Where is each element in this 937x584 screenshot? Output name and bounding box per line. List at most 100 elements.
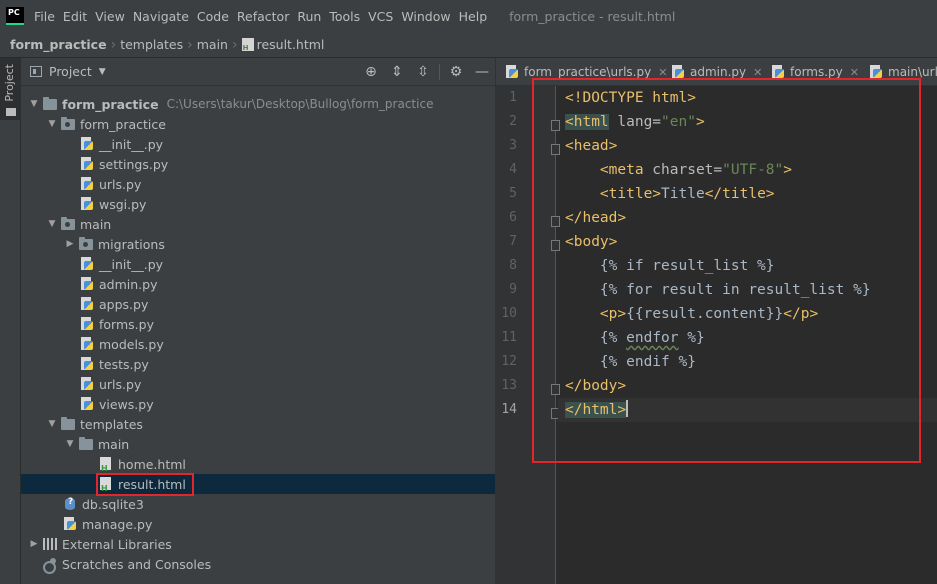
gear-icon[interactable]: ⚙: [443, 64, 469, 80]
line-number: 3: [509, 138, 517, 153]
tree-item-file[interactable]: forms.py: [21, 314, 495, 334]
tab-label: forms.py: [790, 65, 843, 79]
tree-item-file[interactable]: urls.py: [21, 174, 495, 194]
left-tool-strip: Project: [0, 58, 21, 584]
package-folder-icon: [61, 216, 75, 230]
tree-item-file[interactable]: manage.py: [21, 514, 495, 534]
chevron-right-icon[interactable]: ▶: [28, 539, 40, 549]
tree-item-templates[interactable]: ▼ templates: [21, 414, 495, 434]
tree-item-main-pkg[interactable]: ▼ main: [21, 214, 495, 234]
python-file-icon: [772, 65, 786, 79]
menu-code[interactable]: Code: [193, 9, 233, 24]
python-file-icon: [81, 357, 95, 371]
html-file-icon: [100, 457, 114, 473]
project-tool-tab[interactable]: Project: [0, 58, 21, 120]
caret-down-icon[interactable]: ▼: [99, 67, 106, 77]
project-panel-title[interactable]: Project: [49, 64, 92, 79]
tree-item-file[interactable]: settings.py: [21, 154, 495, 174]
tree-item-scratches[interactable]: Scratches and Consoles: [21, 554, 495, 574]
menu-help[interactable]: Help: [455, 9, 492, 24]
menu-run[interactable]: Run: [293, 9, 325, 24]
folder-icon: [43, 96, 57, 110]
breadcrumb-project[interactable]: form_practice: [10, 37, 107, 52]
minimize-icon[interactable]: —: [469, 64, 495, 80]
line-number: 8: [509, 258, 517, 273]
menu-file[interactable]: File: [30, 9, 59, 24]
tree-item-migrations[interactable]: ▶ migrations: [21, 234, 495, 254]
chevron-right-icon[interactable]: ▶: [64, 239, 76, 249]
tree-item-file[interactable]: __init__.py: [21, 254, 495, 274]
tree-item-external-libraries[interactable]: ▶ External Libraries: [21, 534, 495, 554]
menu-window[interactable]: Window: [397, 9, 454, 24]
close-icon[interactable]: ✕: [753, 66, 762, 79]
chevron-down-icon[interactable]: ▼: [46, 119, 58, 129]
chevron-down-icon[interactable]: ▼: [64, 439, 76, 449]
tree-item-label: templates: [80, 416, 143, 432]
tree-item-file[interactable]: wsgi.py: [21, 194, 495, 214]
tree-item-file[interactable]: admin.py: [21, 274, 495, 294]
tree-item-form-practice-pkg[interactable]: ▼ form_practice: [21, 114, 495, 134]
tree-item-label: home.html: [118, 456, 186, 472]
line-number: 10: [501, 306, 517, 321]
python-file-icon: [81, 177, 95, 191]
tree-item-label: urls.py: [99, 176, 142, 192]
tree-item-label: main: [80, 216, 112, 232]
tree-item-result-html-selected[interactable]: result.html: [21, 474, 495, 494]
tree-item-file[interactable]: views.py: [21, 394, 495, 414]
tree-item-label: form_practice: [62, 96, 159, 112]
tree-item-root-project[interactable]: ▼ form_practice C:\Users\takur\Desktop\B…: [21, 94, 495, 114]
tree-item-label: apps.py: [99, 296, 149, 312]
menu-edit[interactable]: Edit: [59, 9, 91, 24]
line-number: 12: [501, 354, 517, 369]
expand-all-icon[interactable]: ⇕: [384, 64, 410, 80]
tab-label: form_practice\urls.py: [524, 65, 652, 79]
tree-item-label: tests.py: [99, 356, 149, 372]
tree-item-file[interactable]: home.html: [21, 454, 495, 474]
tree-item-file[interactable]: __init__.py: [21, 134, 495, 154]
tree-item-label: form_practice: [80, 116, 166, 132]
chevron-down-icon[interactable]: ▼: [28, 99, 40, 109]
project-panel: Project ▼ ⊕ ⇕ ⇳ ⚙ — ▼ form_practice C:\U…: [21, 58, 495, 584]
tree-item-label: wsgi.py: [99, 196, 147, 212]
chevron-down-icon[interactable]: ▼: [46, 219, 58, 229]
tree-item-templates-main[interactable]: ▼ main: [21, 434, 495, 454]
menu-refactor[interactable]: Refactor: [233, 9, 293, 24]
html-file-icon: [241, 38, 254, 52]
tree-item-label: __init__.py: [99, 136, 164, 152]
folder-icon: [61, 416, 75, 430]
tree-item-file[interactable]: apps.py: [21, 294, 495, 314]
collapse-all-icon[interactable]: ⇳: [410, 64, 436, 80]
tree-item-label: manage.py: [82, 516, 153, 532]
breadcrumb-main[interactable]: main: [197, 37, 228, 52]
python-file-icon: [81, 297, 95, 311]
close-icon[interactable]: ✕: [658, 66, 667, 79]
pycharm-logo-icon[interactable]: PC: [6, 7, 24, 25]
menu-view[interactable]: View: [91, 9, 129, 24]
tree-item-file[interactable]: tests.py: [21, 354, 495, 374]
line-number: 5: [509, 186, 517, 201]
tree-item-label: models.py: [99, 336, 164, 352]
chevron-down-icon[interactable]: ▼: [46, 419, 58, 429]
locate-icon[interactable]: ⊕: [358, 64, 384, 80]
tree-item-file[interactable]: models.py: [21, 334, 495, 354]
menu-navigate[interactable]: Navigate: [129, 9, 193, 24]
menu-vcs[interactable]: VCS: [364, 9, 397, 24]
breadcrumb-templates[interactable]: templates: [120, 37, 183, 52]
tree-item-label: main: [98, 436, 130, 452]
tree-item-label: forms.py: [99, 316, 154, 332]
line-number: 1: [509, 90, 517, 105]
python-file-icon: [81, 397, 95, 411]
tree-item-label: External Libraries: [62, 536, 172, 552]
python-file-icon: [81, 197, 95, 211]
python-file-icon: [81, 317, 95, 331]
chevron-right-icon: ›: [187, 36, 193, 53]
breadcrumb-result-html[interactable]: result.html: [257, 37, 325, 52]
close-icon[interactable]: ✕: [850, 66, 859, 79]
tree-item-file[interactable]: db.sqlite3: [21, 494, 495, 514]
package-folder-icon: [61, 116, 75, 130]
menu-tools[interactable]: Tools: [325, 9, 364, 24]
project-icon: [30, 66, 42, 77]
python-file-icon: [81, 277, 95, 291]
tree-item-file[interactable]: urls.py: [21, 374, 495, 394]
library-icon: [43, 538, 57, 550]
